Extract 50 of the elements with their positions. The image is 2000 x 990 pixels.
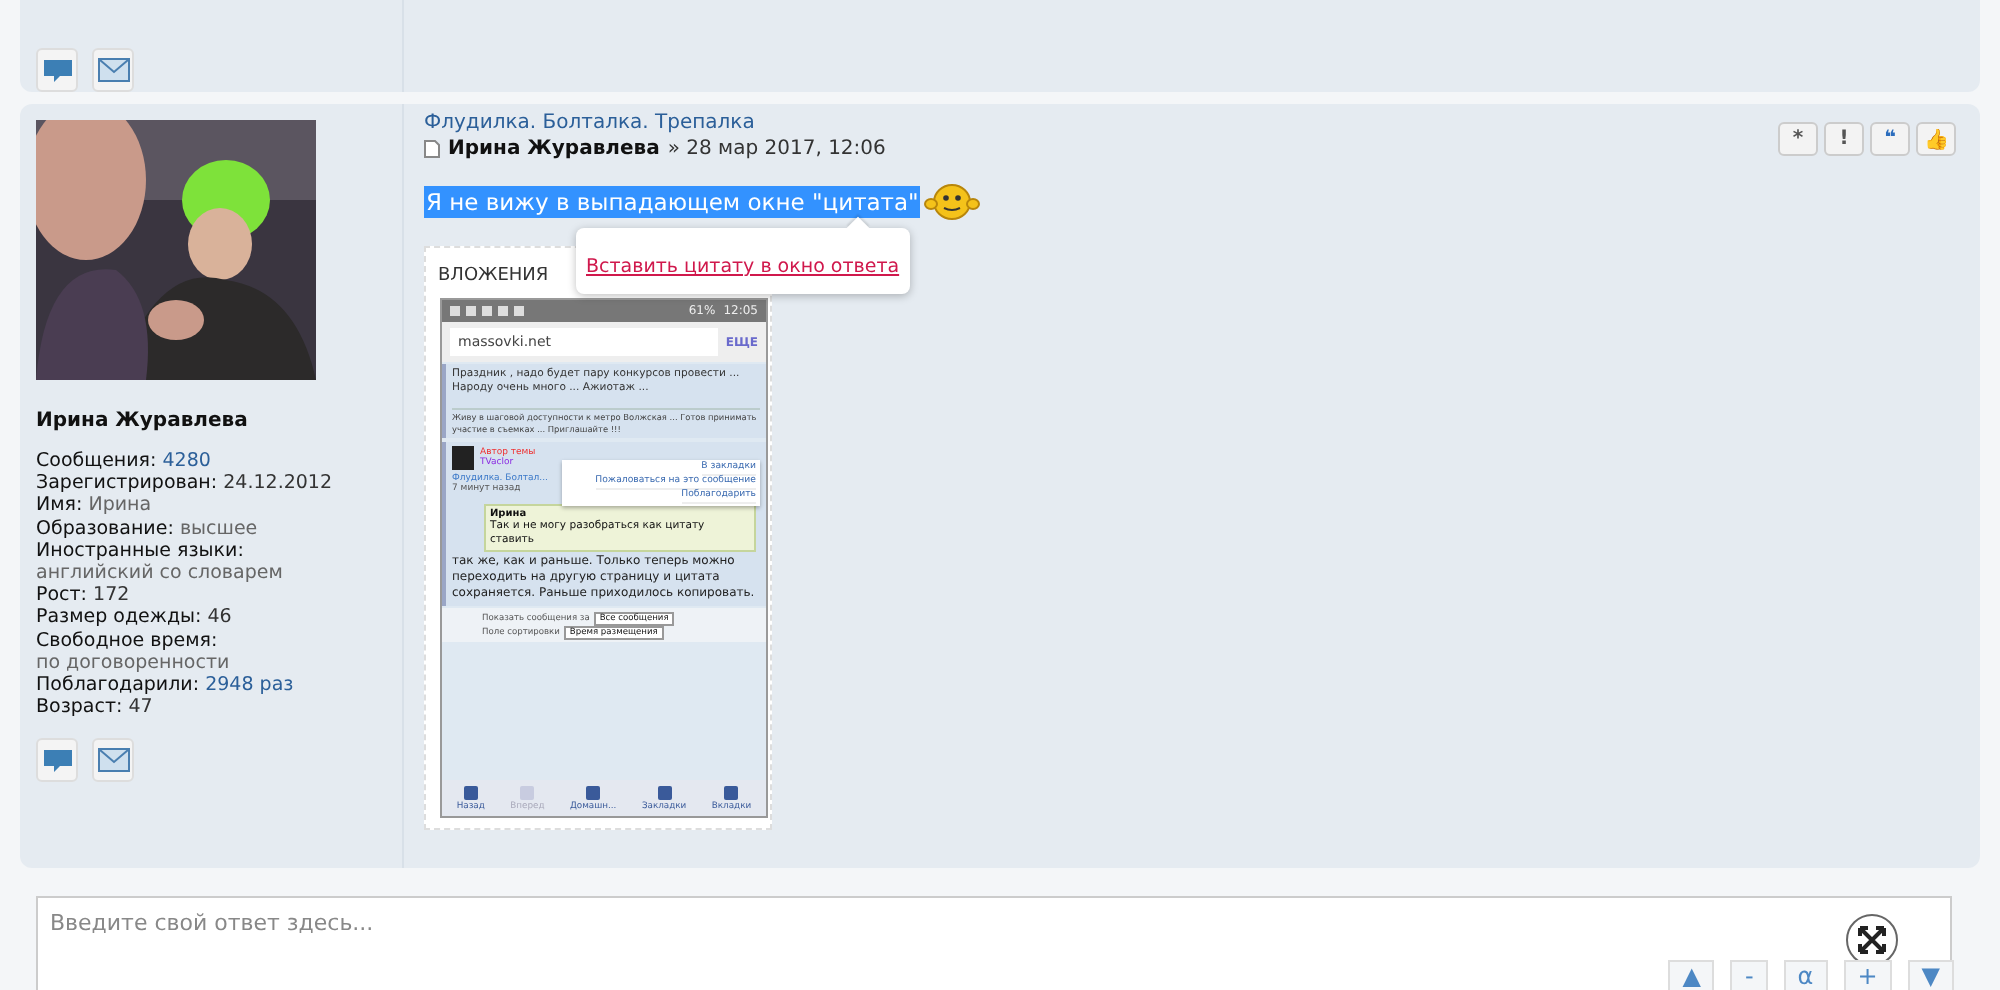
report-button[interactable]: ! <box>1824 122 1864 156</box>
nav-icon <box>586 786 601 800</box>
quote-button[interactable]: ❝ <box>1870 122 1910 156</box>
field-label: Рост: <box>36 584 87 607</box>
field-label: Поблагодарили: <box>36 674 200 697</box>
editor-button[interactable]: α <box>1783 960 1828 990</box>
attachments-heading: ВЛОЖЕНИЯ <box>436 266 549 286</box>
field-value: по договоренности <box>36 651 230 675</box>
author-name[interactable]: Ирина Журавлева <box>36 410 402 432</box>
email-icon[interactable] <box>92 48 134 92</box>
post-date: » 28 мар 2017, 12:06 <box>667 136 886 162</box>
document-icon <box>424 140 440 158</box>
bookmark-button[interactable]: * <box>1778 122 1818 156</box>
field-label: Свободное время: <box>36 629 218 652</box>
editor-button[interactable]: ▼ <box>1907 960 1954 990</box>
avatar-icon <box>452 446 474 470</box>
field-value: 24.12.2012 <box>223 472 333 495</box>
field-value: 172 <box>93 584 130 607</box>
message-icon[interactable] <box>36 48 78 92</box>
field-value: 46 <box>207 606 232 630</box>
attachment-screenshot[interactable] <box>440 298 768 818</box>
message-icon[interactable] <box>36 738 78 783</box>
field-value: 47 <box>128 696 153 719</box>
field-value: высшее <box>179 517 258 540</box>
forum-link[interactable]: Флудилка. Болталка. Трепалка <box>424 112 886 136</box>
nav-icon <box>463 786 478 800</box>
field-label: Возраст: <box>36 696 123 719</box>
status-icons <box>450 306 530 316</box>
nav-icon <box>657 786 672 800</box>
field-value: 4280 <box>162 450 211 473</box>
email-icon[interactable] <box>92 738 134 783</box>
field-value: Ирина <box>88 494 152 518</box>
field-label: Иностранные языки: <box>36 539 244 562</box>
field-label: Имя: <box>36 494 83 517</box>
field-label: Образование: <box>36 517 174 540</box>
nav-icon <box>520 786 535 800</box>
editor-button[interactable]: + <box>1843 960 1892 990</box>
expand-icon[interactable] <box>1846 914 1898 966</box>
nav-icon <box>724 786 739 800</box>
field-value: английский со словарем <box>36 562 283 585</box>
field-value: 2948 раз <box>205 674 294 697</box>
field-label: Зарегистрирован: <box>36 472 218 495</box>
smiley-icon <box>924 182 981 222</box>
post-author[interactable]: Ирина Журавлева <box>448 136 660 162</box>
selected-text: Я не вижу в выпадающем окне "цитата" <box>424 186 921 218</box>
field-label: Сообщения: <box>36 450 157 472</box>
editor-button[interactable]: ▲ <box>1668 960 1715 990</box>
editor-button[interactable]: - <box>1730 960 1768 990</box>
reply-field[interactable]: Введите свой ответ здесь... ▲ - α + ▼ <box>36 896 1952 990</box>
field-label: Размер одежды: <box>36 606 202 629</box>
